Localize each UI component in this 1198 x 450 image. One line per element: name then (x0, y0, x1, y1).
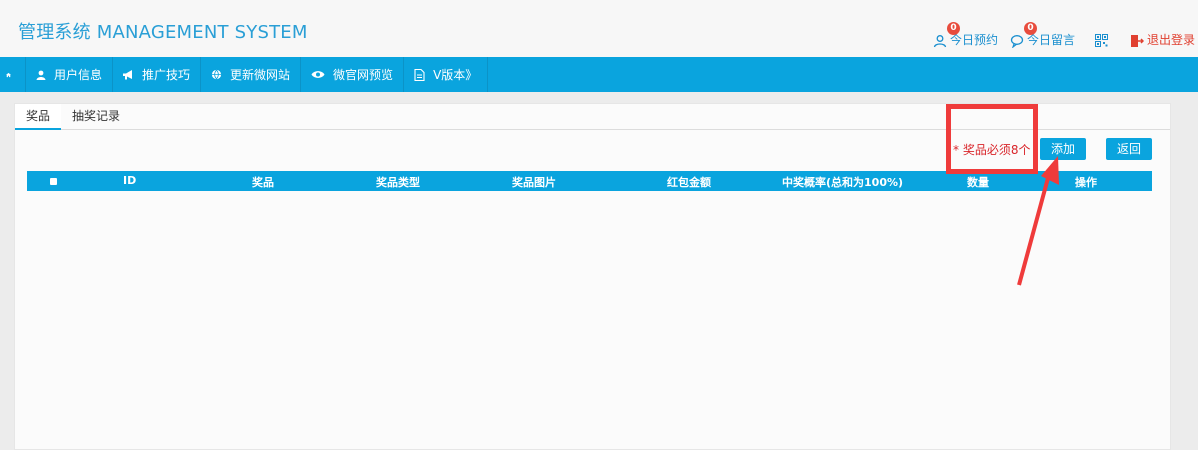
nav-label: V版本》 (433, 68, 478, 82)
brand-title: 管理系统 MANAGEMENT SYSTEM (18, 22, 308, 43)
eye-icon (311, 71, 325, 78)
nav-home[interactable] (0, 57, 26, 92)
column-header-prize-type: 奖品类型 (376, 176, 420, 189)
nav-label: 用户信息 (54, 68, 103, 82)
globe-icon (211, 69, 222, 80)
logout-link[interactable]: 退出登录 (1130, 26, 1195, 48)
home-icon (6, 72, 11, 77)
appointments-count-badge: 0 (947, 22, 960, 35)
annotation-highlight-box (946, 104, 1038, 174)
column-header-win-probability: 中奖概率(总和为100%) (782, 176, 904, 189)
nav-label: 更新微网站 (230, 68, 291, 82)
nav-label: 推广技巧 (142, 68, 191, 82)
tab-draw-records[interactable]: 抽奖记录 (61, 104, 131, 130)
nav-update-microsite[interactable]: 更新微网站 (201, 57, 302, 92)
main-nav: 用户信息 推广技巧 更新微网站 微官网预览 V版本》 (0, 57, 1198, 92)
document-icon (414, 68, 425, 81)
messages-count-badge: 0 (1024, 22, 1037, 35)
tab-prizes[interactable]: 奖品 (15, 104, 62, 130)
select-all-checkbox[interactable] (50, 178, 57, 185)
today-appointments-link[interactable]: 0 今日预约 (933, 22, 998, 48)
column-header-id: ID (123, 174, 137, 187)
column-header-quantity: 数量 (967, 176, 989, 189)
add-button[interactable]: 添加 (1040, 138, 1087, 160)
back-button[interactable]: 返回 (1106, 138, 1153, 160)
column-header-prize: 奖品 (252, 176, 274, 189)
qrcode-icon (1095, 34, 1109, 48)
logout-icon (1130, 34, 1145, 48)
nav-user-info[interactable]: 用户信息 (26, 57, 114, 92)
qrcode-button[interactable] (1095, 26, 1112, 48)
nav-promotion-tips[interactable]: 推广技巧 (113, 57, 202, 92)
megaphone-icon (123, 69, 133, 79)
today-messages-link[interactable]: 0 今日留言 (1010, 22, 1075, 49)
nav-microsite-preview[interactable]: 微官网预览 (301, 57, 405, 92)
nav-v-version[interactable]: V版本》 (404, 57, 489, 92)
column-header-actions: 操作 (1075, 176, 1097, 189)
user-icon (36, 70, 46, 80)
user-icon: 0 (933, 22, 960, 48)
logout-label: 退出登录 (1147, 33, 1196, 47)
table-header: ID 奖品 奖品类型 奖品图片 红包金额 中奖概率(总和为100%) 数量 操作 (27, 171, 1152, 191)
comment-icon: 0 (1010, 22, 1037, 49)
nav-label: 微官网预览 (333, 68, 394, 82)
column-header-prize-image: 奖品图片 (512, 176, 556, 189)
column-header-red-packet-amount: 红包金额 (667, 176, 711, 189)
top-header: 管理系统 MANAGEMENT SYSTEM 0 今日预约 0 今日留言 退出登… (0, 0, 1198, 57)
